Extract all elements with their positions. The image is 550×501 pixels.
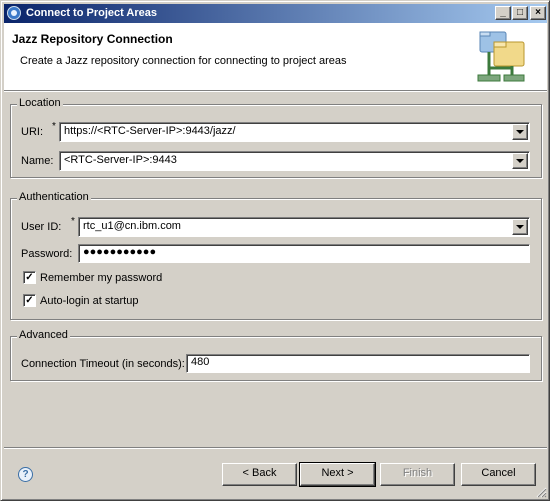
- resize-grip-icon[interactable]: [535, 486, 547, 498]
- userid-value: rtc_u1@cn.ibm.com: [83, 220, 181, 232]
- button-bar-divider: [4, 447, 547, 449]
- finish-button[interactable]: Finish: [380, 463, 455, 486]
- name-value: <RTC-Server-IP>:9443: [64, 154, 177, 166]
- authentication-group: Authentication User ID: * rtc_u1@cn.ibm.…: [10, 191, 542, 320]
- maximize-button[interactable]: □: [512, 6, 528, 20]
- uri-combo[interactable]: https://<RTC-Server-IP>:9443/jazz/: [59, 122, 530, 142]
- wizard-banner: Jazz Repository Connection Create a Jazz…: [4, 23, 547, 90]
- help-icon[interactable]: ?: [18, 467, 33, 482]
- title-bar[interactable]: Connect to Project Areas _ □ ×: [4, 4, 547, 23]
- name-dropdown-chevron-icon[interactable]: [512, 153, 528, 169]
- uri-value: https://<RTC-Server-IP>:9443/jazz/: [64, 125, 236, 137]
- jazz-icon: [7, 6, 21, 20]
- timeout-label: Connection Timeout (in seconds):: [21, 358, 185, 370]
- connect-dialog: Connect to Project Areas _ □ × Jazz Repo…: [0, 0, 550, 501]
- uri-dropdown-chevron-icon[interactable]: [512, 124, 528, 140]
- timeout-value: 480: [191, 356, 210, 368]
- timeout-field[interactable]: 480: [186, 354, 530, 373]
- userid-label: User ID:: [21, 221, 62, 233]
- repository-connection-icon: [477, 31, 525, 82]
- auto-login-checkbox[interactable]: ✓: [23, 294, 36, 307]
- userid-combo[interactable]: rtc_u1@cn.ibm.com: [78, 217, 530, 237]
- advanced-group-label: Advanced: [17, 329, 70, 341]
- location-group: Location URI: * https://<RTC-Server-IP>:…: [10, 97, 542, 178]
- userid-dropdown-chevron-icon[interactable]: [512, 219, 528, 235]
- remember-password-label[interactable]: Remember my password: [40, 272, 162, 284]
- back-button[interactable]: < Back: [222, 463, 297, 486]
- password-value: ●●●●●●●●●●●: [83, 246, 157, 258]
- location-group-label: Location: [17, 97, 63, 109]
- auto-login-label[interactable]: Auto-login at startup: [40, 295, 138, 307]
- name-label: Name:: [21, 155, 54, 167]
- name-combo[interactable]: <RTC-Server-IP>:9443: [59, 151, 530, 171]
- userid-required-marker: *: [71, 216, 75, 227]
- password-label: Password:: [21, 248, 73, 260]
- window-title: Connect to Project Areas: [26, 7, 158, 19]
- close-button[interactable]: ×: [530, 6, 546, 20]
- minimize-button[interactable]: _: [495, 6, 511, 20]
- banner-description: Create a Jazz repository connection for …: [20, 55, 347, 67]
- password-field[interactable]: ●●●●●●●●●●●: [78, 244, 530, 263]
- authentication-group-label: Authentication: [17, 191, 91, 203]
- cancel-button[interactable]: Cancel: [461, 463, 536, 486]
- remember-password-checkbox[interactable]: ✓: [23, 271, 36, 284]
- uri-required-marker: *: [52, 121, 56, 132]
- banner-divider: [4, 90, 547, 92]
- uri-label: URI:: [21, 126, 43, 138]
- next-button[interactable]: Next >: [299, 462, 376, 487]
- advanced-group: Advanced Connection Timeout (in seconds)…: [10, 329, 542, 381]
- banner-title: Jazz Repository Connection: [12, 32, 173, 46]
